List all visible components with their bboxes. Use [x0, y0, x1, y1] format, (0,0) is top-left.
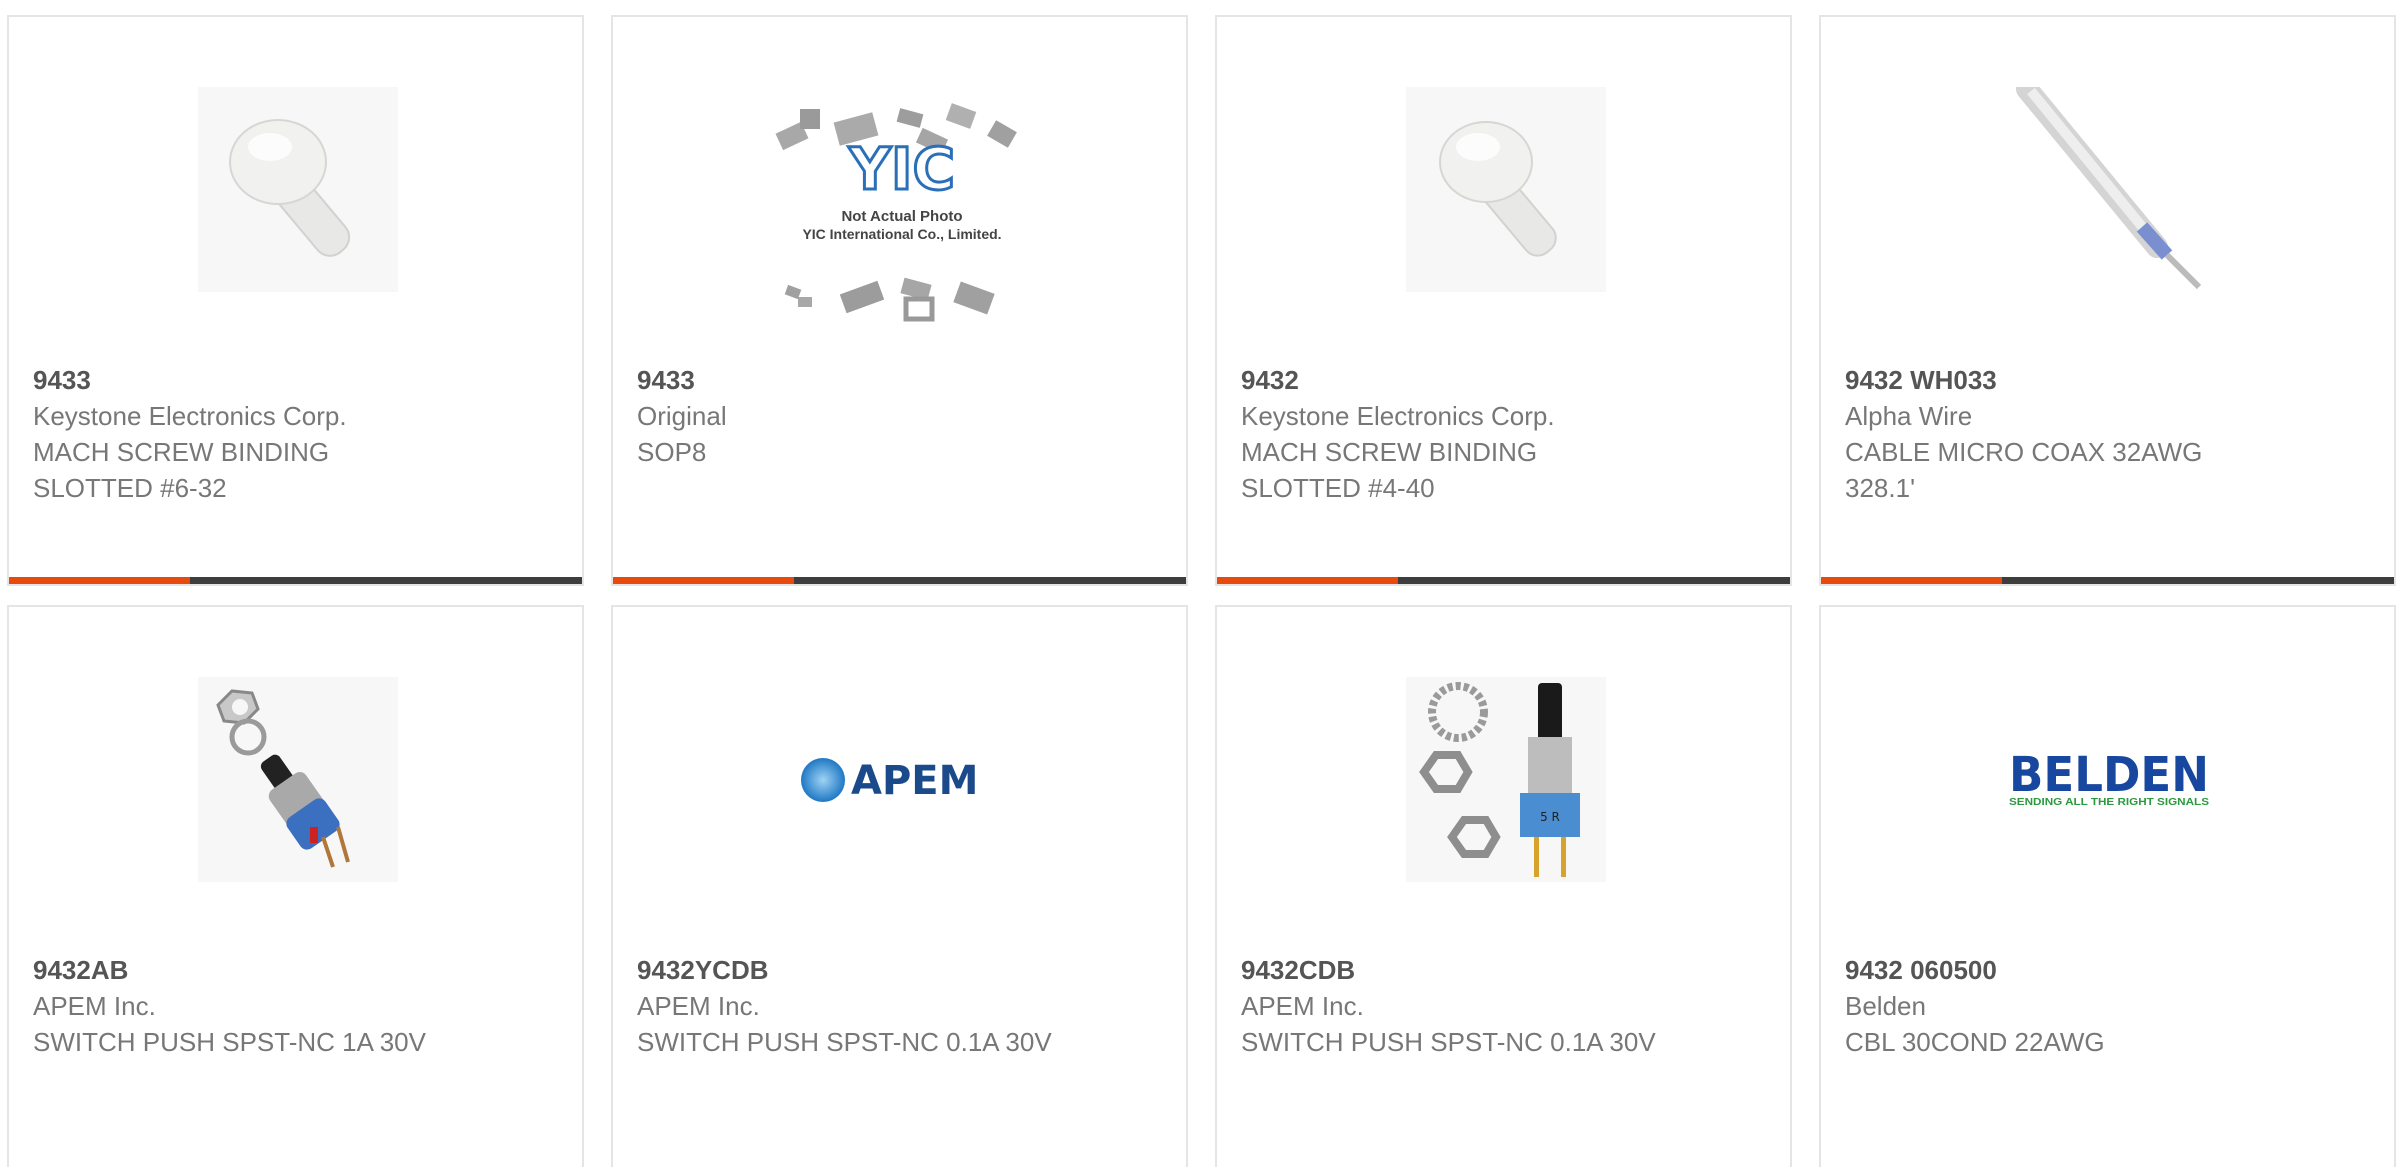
- coax-cable-icon: [2016, 87, 2202, 290]
- product-card[interactable]: YIC Not Actual Photo YIC International C…: [611, 15, 1188, 586]
- card-bottom-bar: [1821, 577, 2394, 584]
- belden-logo-text: BELDEN: [2009, 747, 2209, 803]
- part-number[interactable]: 9433: [33, 362, 562, 398]
- part-number[interactable]: 9432: [1241, 362, 1770, 398]
- product-info: 9433 Original SOP8: [637, 362, 1166, 470]
- part-number[interactable]: 9432YCDB: [637, 952, 1166, 988]
- apem-logo-icon: APEM: [801, 758, 978, 804]
- product-image[interactable]: 5 R: [1403, 677, 1608, 882]
- product-info: 9432 060500 Belden CBL 30COND 22AWG: [1845, 952, 2374, 1060]
- part-number[interactable]: 9432 060500: [1845, 952, 2374, 988]
- product-card[interactable]: 9432AB APEM Inc. SWITCH PUSH SPST-NC 1A …: [7, 605, 584, 1167]
- belden-logo-icon: BELDEN SENDING ALL THE RIGHT SIGNALS: [2009, 747, 2209, 808]
- part-number[interactable]: 9432 WH033: [1845, 362, 2374, 398]
- product-info: 9432CDB APEM Inc. SWITCH PUSH SPST-NC 0.…: [1241, 952, 1770, 1060]
- card-accent: [1217, 577, 1398, 584]
- description: SWITCH PUSH SPST-NC 1A 30V: [33, 1027, 426, 1057]
- part-number[interactable]: 9432AB: [33, 952, 562, 988]
- product-info: 9432 WH033 Alpha Wire CABLE MICRO COAX 3…: [1845, 362, 2374, 506]
- card-accent: [1821, 577, 2002, 584]
- manufacturer: Belden: [1845, 991, 1926, 1021]
- card-accent: [613, 577, 794, 584]
- description: SWITCH PUSH SPST-NC 0.1A 30V: [637, 1027, 1052, 1057]
- yic-logo: YIC: [848, 135, 955, 203]
- description: MACH SCREW BINDING SLOTTED #6-32: [33, 437, 330, 503]
- description: SOP8: [637, 437, 707, 467]
- svg-text:5 R: 5 R: [1540, 810, 1560, 824]
- product-card[interactable]: BELDEN SENDING ALL THE RIGHT SIGNALS 943…: [1819, 605, 2396, 1167]
- manufacturer: APEM Inc.: [637, 991, 760, 1021]
- product-image[interactable]: [195, 87, 400, 292]
- image-caption-1: Not Actual Photo: [841, 208, 962, 225]
- product-image[interactable]: [2007, 87, 2212, 292]
- product-info: 9433 Keystone Electronics Corp. MACH SCR…: [33, 362, 562, 506]
- manufacturer: Keystone Electronics Corp.: [33, 401, 347, 431]
- product-card[interactable]: 5 R 9432CDB APEM Inc. SWITCH PUSH SPST-N…: [1215, 605, 1792, 1167]
- product-card[interactable]: 9432 WH033 Alpha Wire CABLE MICRO COAX 3…: [1819, 15, 2396, 586]
- product-image[interactable]: [1403, 87, 1608, 292]
- product-image[interactable]: [195, 677, 400, 882]
- product-card[interactable]: 9433 Keystone Electronics Corp. MACH SCR…: [7, 15, 584, 586]
- manufacturer: APEM Inc.: [33, 991, 156, 1021]
- card-bottom-bar: [613, 577, 1186, 584]
- description: SWITCH PUSH SPST-NC 0.1A 30V: [1241, 1027, 1656, 1057]
- manufacturer: Keystone Electronics Corp.: [1241, 401, 1555, 431]
- product-card[interactable]: APEM 9432YCDB APEM Inc. SWITCH PUSH SPST…: [611, 605, 1188, 1167]
- card-accent: [9, 577, 190, 584]
- part-number[interactable]: 9432CDB: [1241, 952, 1770, 988]
- apem-logo-text: APEM: [851, 758, 978, 804]
- image-caption-2: YIC International Co., Limited.: [802, 226, 1001, 242]
- manufacturer: Alpha Wire: [1845, 401, 1973, 431]
- description: CABLE MICRO COAX 32AWG 328.1': [1845, 437, 2203, 503]
- screw-icon: [1405, 87, 1606, 292]
- product-info: 9432AB APEM Inc. SWITCH PUSH SPST-NC 1A …: [33, 952, 562, 1060]
- description: CBL 30COND 22AWG: [1845, 1027, 2105, 1057]
- product-image[interactable]: APEM: [799, 677, 1004, 882]
- product-info: 9432 Keystone Electronics Corp. MACH SCR…: [1241, 362, 1770, 506]
- description: MACH SCREW BINDING SLOTTED #4-40: [1241, 437, 1538, 503]
- product-image[interactable]: BELDEN SENDING ALL THE RIGHT SIGNALS: [2007, 677, 2212, 882]
- push-switch-icon: [197, 677, 398, 882]
- product-info: 9432YCDB APEM Inc. SWITCH PUSH SPST-NC 0…: [637, 952, 1166, 1060]
- product-card[interactable]: 9432 Keystone Electronics Corp. MACH SCR…: [1215, 15, 1792, 586]
- product-grid: 9433 Keystone Electronics Corp. MACH SCR…: [0, 0, 2400, 1167]
- screw-icon: [197, 87, 398, 292]
- belden-tagline: SENDING ALL THE RIGHT SIGNALS: [2009, 797, 2209, 808]
- manufacturer: APEM Inc.: [1241, 991, 1364, 1021]
- part-number[interactable]: 9433: [637, 362, 1166, 398]
- card-bottom-bar: [9, 577, 582, 584]
- manufacturer: Original: [637, 401, 727, 431]
- product-image[interactable]: YIC Not Actual Photo YIC International C…: [768, 97, 1036, 337]
- push-switch-nuts-icon: 5 R: [1405, 677, 1606, 882]
- ic-chips-icon: YIC Not Actual Photo YIC International C…: [775, 103, 1017, 322]
- card-bottom-bar: [1217, 577, 1790, 584]
